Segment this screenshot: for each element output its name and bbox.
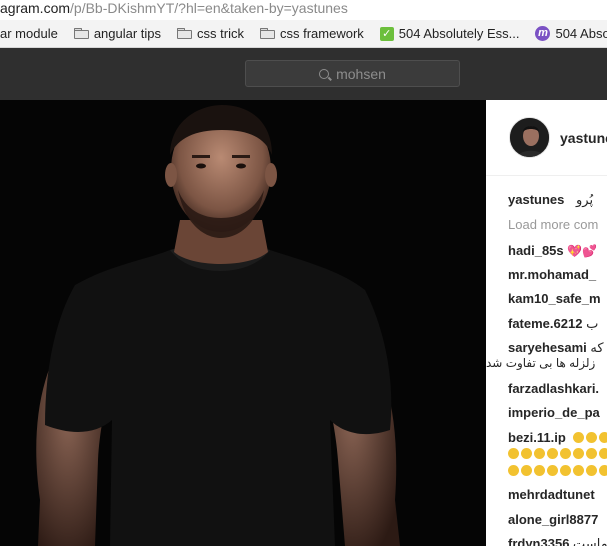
list-item: farzadlashkari.: [508, 381, 599, 396]
profile-photo-icon: [510, 118, 549, 157]
list-item: mehrdadtunet: [508, 487, 595, 502]
comment-username[interactable]: hadi_85s: [508, 243, 564, 258]
folder-icon: [177, 28, 193, 39]
smiling-face-icon: [573, 432, 585, 443]
smiling-face-icon: [508, 465, 519, 476]
instagram-header: mohsen: [0, 48, 607, 100]
comment-text: که: [590, 340, 604, 355]
post-owner-username[interactable]: yastunes: [560, 130, 607, 146]
comment-username[interactable]: mr.mohamad_: [508, 267, 596, 282]
comment-text: پُرو: [576, 192, 594, 207]
smiling-face-icon: [521, 448, 532, 459]
comment-username[interactable]: frdyn3356: [508, 536, 569, 546]
folder-icon: [259, 28, 275, 39]
smiling-face-icon: [547, 448, 558, 459]
bookmark-ar-module[interactable]: ar module: [0, 23, 63, 45]
bookmark-label: 504 Absolu: [555, 26, 607, 41]
search-value: mohsen: [336, 65, 386, 82]
bookmark-label: css trick: [197, 26, 244, 41]
smiling-face-icon: [521, 465, 532, 476]
post-side-panel: yastunes yastunes پُرو Load more com had…: [486, 100, 607, 546]
comment-username[interactable]: bezi.11.ip: [508, 430, 566, 445]
comment-text-line2: زلزله ها بی تفاوت شد: [486, 356, 596, 370]
search-input[interactable]: mohsen: [245, 60, 460, 87]
comment-username[interactable]: saryehesami: [508, 340, 587, 355]
smiling-face-icon: [599, 448, 607, 459]
url-domain: agram.com: [0, 0, 71, 16]
emoji-row: [508, 465, 607, 476]
smiling-face-icon: [586, 448, 597, 459]
avatar[interactable]: [509, 117, 550, 158]
list-item: saryehesami که: [508, 340, 604, 356]
smiling-face-icon: [599, 465, 607, 476]
bookmark-css-framework[interactable]: css framework: [255, 23, 369, 45]
list-item: fateme.6212 ب: [508, 316, 598, 332]
smiling-face-icon: [573, 448, 584, 459]
comment-username[interactable]: mehrdadtunet: [508, 487, 595, 502]
post-image[interactable]: [0, 100, 486, 546]
bookmark-label: ar module: [0, 26, 58, 41]
url-path: /p/Bb-DKishmYT/?hl=en&taken-by=yastunes: [70, 0, 348, 16]
checkmark-icon: ✓: [379, 26, 394, 41]
smiling-face-icon: [599, 432, 607, 443]
comment-text: ماست: [573, 536, 607, 546]
list-item: frdyn3356 ماست: [508, 536, 607, 546]
smiling-face-icon: [508, 448, 519, 459]
list-item: imperio_de_pa: [508, 405, 600, 420]
list-item: bezi.11.ip: [508, 430, 607, 445]
comment-username[interactable]: imperio_de_pa: [508, 405, 600, 420]
comment-username[interactable]: yastunes: [508, 192, 564, 207]
comment-username[interactable]: alone_girl8877: [508, 512, 598, 527]
smiling-face-icon: [573, 465, 584, 476]
caption: yastunes پُرو: [508, 192, 593, 208]
bookmarks-bar: ar module angular tips css trick css fra…: [0, 20, 607, 48]
list-item: mr.mohamad_: [508, 267, 596, 282]
bookmark-angular-tips[interactable]: angular tips: [69, 23, 166, 45]
search-icon: [319, 68, 330, 79]
comment-text: ب: [586, 316, 599, 331]
bookmark-css-trick[interactable]: css trick: [172, 23, 249, 45]
comment-username[interactable]: farzadlashkari.: [508, 381, 599, 396]
smiling-face-icon: [534, 448, 545, 459]
list-item: alone_girl8877: [508, 512, 598, 527]
bookmark-504-absolutely[interactable]: ✓ 504 Absolutely Ess...: [375, 23, 525, 45]
emoji-row: [508, 448, 607, 459]
smiling-face-icon: [547, 465, 558, 476]
comment-username[interactable]: fateme.6212: [508, 316, 582, 331]
m-circle-icon: m: [535, 26, 551, 41]
comment-username[interactable]: kam10_safe_m: [508, 291, 601, 306]
smiling-face-icon: [586, 465, 597, 476]
address-bar[interactable]: agram.com/p/Bb-DKishmYT/?hl=en&taken-by=…: [0, 0, 607, 20]
list-item: kam10_safe_m: [508, 291, 601, 306]
smiling-face-icon: [560, 465, 571, 476]
smiling-face-icon: [534, 465, 545, 476]
load-more-comments-link[interactable]: Load more com: [508, 217, 598, 232]
list-item: hadi_85s 💖💕: [508, 243, 597, 258]
bookmark-label: angular tips: [93, 26, 162, 41]
bookmark-label: 504 Absolutely Ess...: [398, 26, 520, 41]
bookmark-label: css framework: [279, 26, 364, 41]
heart-emoji-icon: 💖💕: [567, 244, 598, 258]
folder-icon: [73, 28, 89, 39]
bookmark-504-absolu[interactable]: m 504 Absolu: [530, 23, 607, 45]
smiling-face-icon: [586, 432, 598, 443]
smiling-face-icon: [560, 448, 571, 459]
divider: [486, 175, 607, 176]
man-in-black-tshirt-photo: [0, 100, 486, 546]
